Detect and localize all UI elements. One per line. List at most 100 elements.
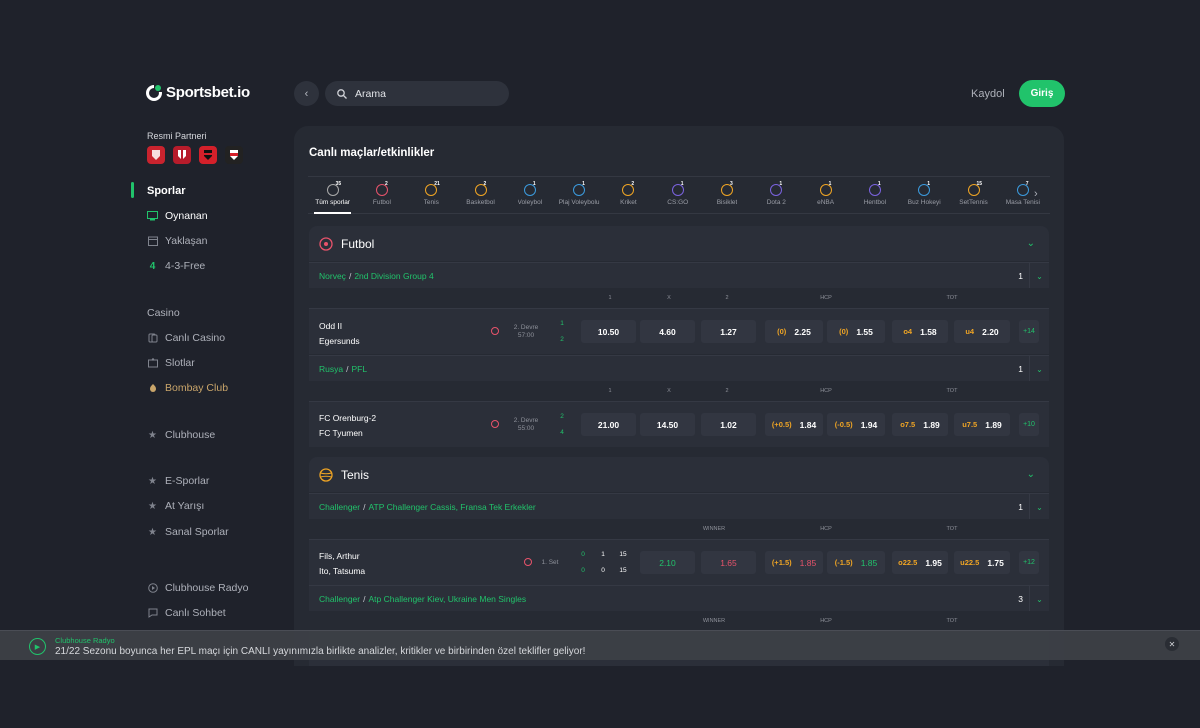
odd-button-1[interactable]: 21.00 <box>581 413 636 436</box>
match-row[interactable]: FC Orenburg-2 FC Tyumen 2. Devre 55:00 2 … <box>309 401 1049 447</box>
sidebar-item-yaklasan[interactable]: Yaklaşan <box>147 235 207 247</box>
more-markets-button[interactable]: +10 <box>1019 413 1039 436</box>
odd-button-hcp-away[interactable]: (-1.5) 1.85 <box>827 551 885 574</box>
tab-sport[interactable]: 1 Voleybol <box>505 177 554 213</box>
tab-sport[interactable]: 1 CS:GO <box>653 177 702 213</box>
section-header-tenis[interactable]: Tenis ⌄ <box>309 457 1049 492</box>
tab-sport[interactable]: 2 Basketbol <box>456 177 505 213</box>
tab-sport[interactable]: 2 Kriket <box>604 177 653 213</box>
chevron-down-icon[interactable]: ⌄ <box>1029 263 1049 289</box>
col-winner: WINNER <box>702 526 726 532</box>
close-icon[interactable]: ✕ <box>1165 637 1179 651</box>
sidebar-item-label: Clubhouse <box>165 429 216 441</box>
sidebar-item-e-sporlar[interactable]: ★ E-Sporlar <box>147 475 209 487</box>
more-markets-button[interactable]: +14 <box>1019 320 1039 343</box>
section-header-futbol[interactable]: Futbol ⌄ <box>309 226 1049 261</box>
league-row[interactable]: Rusya / PFL 1 ⌄ <box>309 355 1049 382</box>
league-name[interactable]: PFL <box>351 364 367 374</box>
odd-button-over[interactable]: o7.5 1.89 <box>892 413 948 436</box>
chevron-right-icon[interactable]: › <box>1034 188 1038 200</box>
odd-button-x[interactable]: 4.60 <box>640 320 695 343</box>
odd-button-2[interactable]: 1.27 <box>701 320 756 343</box>
sidebar-item-at-yarisi[interactable]: ★ At Yarışı <box>147 500 204 512</box>
tab-sport[interactable]: 21 Tenis <box>407 177 456 213</box>
sidebar-item-label: At Yarışı <box>165 500 205 512</box>
league-row[interactable]: Norveç/2nd Division Group 4 1 ⌄ <box>309 262 1049 289</box>
sidebar-casino-heading[interactable]: Casino <box>147 307 180 319</box>
sidebar-item-sanal-sporlar[interactable]: ★ Sanal Sporlar <box>147 526 229 538</box>
odd-button-under[interactable]: u4 2.20 <box>954 320 1010 343</box>
sport-icon: 2 <box>375 181 388 196</box>
league-country[interactable]: Challenger <box>319 594 360 604</box>
tab-sport[interactable]: 7 Masa Tenisi <box>998 177 1047 213</box>
odds-column-headers: 1 X 2 HCP TOT <box>309 381 1049 401</box>
register-link[interactable]: Kaydol <box>971 88 1005 100</box>
chevron-down-icon[interactable]: ⌄ <box>1029 586 1049 612</box>
tab-sport[interactable]: 1 Buz Hokeyi <box>900 177 949 213</box>
col-tot: TOT <box>946 388 958 394</box>
southampton-crest-icon[interactable] <box>173 146 191 164</box>
arsenal-crest-icon[interactable] <box>147 146 165 164</box>
brand-logo[interactable]: Sportsbet.io <box>146 83 250 101</box>
star-icon: ★ <box>148 526 157 538</box>
sport-icon: 15 <box>967 181 982 196</box>
col-winner: WINNER <box>702 618 726 624</box>
star-icon: ★ <box>148 429 157 441</box>
league-name[interactable]: ATP Challenger Cassis, Fransa Tek Erkekl… <box>369 502 536 512</box>
odd-button-hcp-home[interactable]: (+1.5) 1.85 <box>765 551 823 574</box>
league-country[interactable]: Challenger <box>319 502 360 512</box>
sport-label: Tenis <box>423 199 439 206</box>
odd-button-under[interactable]: u7.5 1.89 <box>954 413 1010 436</box>
odd-button-hcp-home[interactable]: (0) 2.25 <box>765 320 823 343</box>
sidebar-item-label: E-Sporlar <box>165 475 210 487</box>
chevron-down-icon[interactable]: ⌄ <box>1029 356 1049 382</box>
odd-button-hcp-home[interactable]: (+0.5) 1.84 <box>765 413 823 436</box>
sidebar-item-bombay-club[interactable]: Bombay Club <box>147 382 228 394</box>
odd-button-1[interactable]: 10.50 <box>581 320 636 343</box>
back-button[interactable]: ‹ <box>294 81 319 106</box>
saopaulo-crest-icon[interactable] <box>225 146 243 164</box>
odd-button-over[interactable]: o4 1.58 <box>892 320 948 343</box>
match-row[interactable]: Odd II Egersunds 2. Devre 57:00 1 2 10.50… <box>309 308 1049 354</box>
flamengo-crest-icon[interactable] <box>199 146 217 164</box>
sport-icon: 1 <box>868 181 881 196</box>
tab-sport[interactable]: 1 Plaj Voleybolu <box>554 177 603 213</box>
odd-button-winner-away[interactable]: 1.65 <box>701 551 756 574</box>
play-icon[interactable]: ▶ <box>29 638 46 655</box>
match-row[interactable]: Fils, Arthur Ito, Tatsuma 1. Set 0 1 15 … <box>309 539 1049 585</box>
odd-button-winner-home[interactable]: 2.10 <box>640 551 695 574</box>
odd-button-x[interactable]: 14.50 <box>640 413 695 436</box>
sidebar-item-oynanan[interactable]: Oynanan <box>147 210 208 222</box>
sidebar-item-clubhouse-radyo[interactable]: Clubhouse Radyo <box>147 582 248 594</box>
league-country[interactable]: Rusya <box>319 364 343 374</box>
league-name[interactable]: 2nd Division Group 4 <box>354 271 433 281</box>
tab-sport[interactable]: 1 Hentbol <box>850 177 899 213</box>
tab-sport[interactable]: 15 SetTennis <box>949 177 998 213</box>
league-row[interactable]: Challenger / ATP Challenger Cassis, Fransa… <box>309 493 1049 520</box>
tab-sport[interactable]: 35 Tüm sporlar <box>308 177 357 214</box>
tab-sport[interactable]: 1 eNBA <box>801 177 850 213</box>
odd-button-hcp-away[interactable]: (0) 1.55 <box>827 320 885 343</box>
tab-sport[interactable]: 1 Dota 2 <box>752 177 801 213</box>
sidebar-item-slotlar[interactable]: Slotlar <box>147 357 195 369</box>
sidebar-item-4-3-free[interactable]: 4 4-3-Free <box>147 260 206 272</box>
odd-button-over[interactable]: o22.5 1.95 <box>892 551 948 574</box>
more-markets-button[interactable]: +12 <box>1019 551 1039 574</box>
tab-sport[interactable]: 2 Futbol <box>357 177 406 213</box>
chevron-down-icon[interactable]: ⌄ <box>1029 494 1049 520</box>
sidebar-item-canli-sohbet[interactable]: Canlı Sohbet <box>147 607 226 619</box>
odd-button-under[interactable]: u22.5 1.75 <box>954 551 1010 574</box>
sidebar-sports-heading[interactable]: Sporlar <box>147 185 186 197</box>
odd-button-2[interactable]: 1.02 <box>701 413 756 436</box>
sidebar-item-clubhouse[interactable]: ★ Clubhouse <box>147 429 215 441</box>
tab-sport[interactable]: 3 Bisiklet <box>702 177 751 213</box>
star-icon: ★ <box>148 500 157 512</box>
search-input[interactable]: Arama <box>325 81 509 106</box>
league-country[interactable]: Norveç <box>319 271 346 281</box>
odd-button-hcp-away[interactable]: (-0.5) 1.94 <box>827 413 885 436</box>
league-row[interactable]: Challenger / Atp Challenger Kiev, Ukraine … <box>309 585 1049 612</box>
league-name[interactable]: Atp Challenger Kiev, Ukraine Men Singles <box>369 594 527 604</box>
clock-icon <box>491 420 499 428</box>
sidebar-item-canli-casino[interactable]: Canlı Casino <box>147 332 225 344</box>
login-button[interactable]: Giriş <box>1019 80 1065 107</box>
